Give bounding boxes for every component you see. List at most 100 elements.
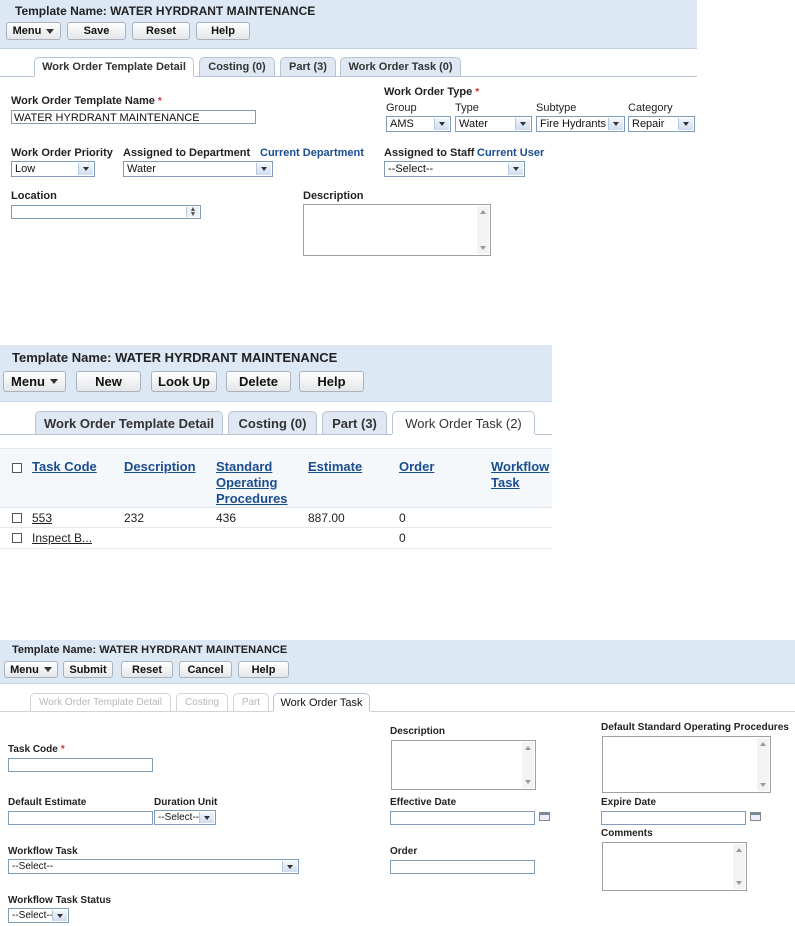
chevron-down-icon <box>508 163 523 175</box>
description-label: Description <box>390 726 446 737</box>
group-select[interactable]: AMS <box>386 116 451 132</box>
priority-select[interactable]: Low <box>11 161 95 177</box>
column-header-order[interactable]: Order <box>399 459 434 475</box>
expire-date-input[interactable] <box>601 811 746 825</box>
workflow-task-select[interactable]: --Select-- <box>8 859 299 874</box>
tab-part[interactable]: Part (3) <box>322 411 387 434</box>
duration-unit-value: --Select-- <box>158 812 200 823</box>
table-row[interactable]: 553 232 436 887.00 0 <box>0 508 552 528</box>
page-title: Template Name: WATER HYRDRANT MAINTENANC… <box>15 4 316 18</box>
default-estimate-label: Default Estimate <box>8 797 87 808</box>
type-select[interactable]: Water <box>455 116 532 132</box>
chevron-down-icon <box>49 379 58 384</box>
reset-button[interactable]: Reset <box>132 22 190 40</box>
workflow-status-label: Workflow Task Status <box>8 895 111 906</box>
duration-unit-select[interactable]: --Select-- <box>154 810 216 825</box>
task-code-input[interactable] <box>8 758 153 772</box>
sop-cell: 436 <box>216 511 237 525</box>
task-code-link[interactable]: Inspect B... <box>32 531 92 545</box>
tab-costing[interactable]: Costing (0) <box>199 57 275 76</box>
location-label: Location <box>11 190 57 202</box>
delete-button[interactable]: Delete <box>226 371 291 392</box>
required-marker: * <box>475 87 480 98</box>
chevron-down-icon <box>46 28 55 34</box>
menu-button[interactable]: Menu <box>3 371 66 392</box>
subtype-select[interactable]: Fire Hydrants <box>536 116 625 132</box>
tab-work-order-template-detail[interactable]: Work Order Template Detail <box>35 411 223 434</box>
column-header-sop-line: Procedures <box>216 491 288 506</box>
order-input[interactable] <box>390 860 535 874</box>
tab-divider <box>0 711 273 712</box>
help-button[interactable]: Help <box>238 661 289 678</box>
chevron-down-icon <box>199 812 214 823</box>
new-button[interactable]: New <box>76 371 141 392</box>
column-header-description[interactable]: Description <box>124 459 196 475</box>
template-name-input[interactable]: WATER HYRDRANT MAINTENANCE <box>11 110 256 124</box>
menu-label: Menu <box>12 25 42 37</box>
chevron-down-icon <box>43 667 52 672</box>
select-all-checkbox[interactable] <box>12 463 22 473</box>
column-header-workflow-line: Task <box>491 475 520 490</box>
tab-work-order-task[interactable]: Work Order Task (0) <box>340 57 461 76</box>
tab-costing[interactable]: Costing (0) <box>228 411 317 434</box>
calendar-icon[interactable] <box>750 812 761 821</box>
help-button[interactable]: Help <box>196 22 250 40</box>
task-code-link[interactable]: 553 <box>32 511 52 525</box>
chevron-down-icon <box>434 118 449 130</box>
menu-button[interactable]: Menu <box>4 661 58 678</box>
department-select[interactable]: Water <box>123 161 273 177</box>
location-spinner-icon[interactable]: ▲ ▼ <box>186 206 199 218</box>
page-title: Template Name: WATER HYRDRANT MAINTENANC… <box>12 644 288 656</box>
order-cell: 0 <box>399 511 406 525</box>
default-estimate-input[interactable] <box>8 811 153 825</box>
menu-button[interactable]: Menu <box>6 22 61 40</box>
tab-work-order-task[interactable]: Work Order Task <box>273 693 370 711</box>
scrollbar[interactable] <box>477 206 489 254</box>
work-order-type-label: Work Order Type * <box>384 86 480 98</box>
tab-part[interactable]: Part (3) <box>280 57 336 76</box>
reset-button[interactable]: Reset <box>121 661 173 678</box>
column-header-sop-line: Standard <box>216 459 273 474</box>
row-checkbox[interactable] <box>12 513 22 523</box>
category-select[interactable]: Repair <box>628 116 695 132</box>
workflow-task-value: --Select-- <box>12 861 54 872</box>
calendar-icon[interactable] <box>539 812 550 821</box>
current-user-link[interactable]: Current User <box>477 147 544 159</box>
location-input[interactable]: ▲ ▼ <box>11 205 201 219</box>
scrollbar[interactable] <box>522 742 534 788</box>
lookup-button[interactable]: Look Up <box>151 371 217 392</box>
type-label: Type <box>455 102 479 114</box>
submit-button[interactable]: Submit <box>63 661 113 678</box>
tab-work-order-template-detail[interactable]: Work Order Template Detail <box>34 57 194 76</box>
task-code-label: Task Code * <box>8 744 65 755</box>
help-button[interactable]: Help <box>299 371 364 392</box>
default-sop-textarea[interactable] <box>602 736 771 793</box>
tab-work-order-task[interactable]: Work Order Task (2) <box>392 411 535 434</box>
priority-label: Work Order Priority <box>11 147 113 159</box>
comments-textarea[interactable] <box>602 842 747 891</box>
column-header-task-code[interactable]: Task Code <box>32 459 97 475</box>
column-header-workflow-line: Workflow <box>491 459 550 474</box>
order-label: Order <box>390 846 418 857</box>
scrollbar[interactable] <box>757 738 769 791</box>
tab-part: Part <box>233 693 269 711</box>
category-value: Repair <box>632 118 665 130</box>
save-button[interactable]: Save <box>67 22 126 40</box>
workflow-status-value: --Select-- <box>12 910 54 921</box>
current-department-link[interactable]: Current Department <box>260 147 364 159</box>
table-row[interactable]: Inspect B... 0 <box>0 528 552 549</box>
column-header-estimate[interactable]: Estimate <box>308 459 362 475</box>
effective-date-label: Effective Date <box>390 797 457 808</box>
cancel-button[interactable]: Cancel <box>179 661 232 678</box>
workflow-status-select[interactable]: --Select-- <box>8 908 69 923</box>
effective-date-input[interactable] <box>390 811 535 825</box>
tab-divider <box>194 76 697 77</box>
description-textarea[interactable] <box>391 740 536 790</box>
department-value: Water <box>127 163 156 175</box>
description-label: Description <box>303 190 364 202</box>
scrollbar[interactable] <box>733 844 745 889</box>
staff-select[interactable]: --Select-- <box>384 161 525 177</box>
tab-divider <box>370 711 795 712</box>
row-checkbox[interactable] <box>12 533 22 543</box>
description-textarea[interactable] <box>303 204 491 256</box>
